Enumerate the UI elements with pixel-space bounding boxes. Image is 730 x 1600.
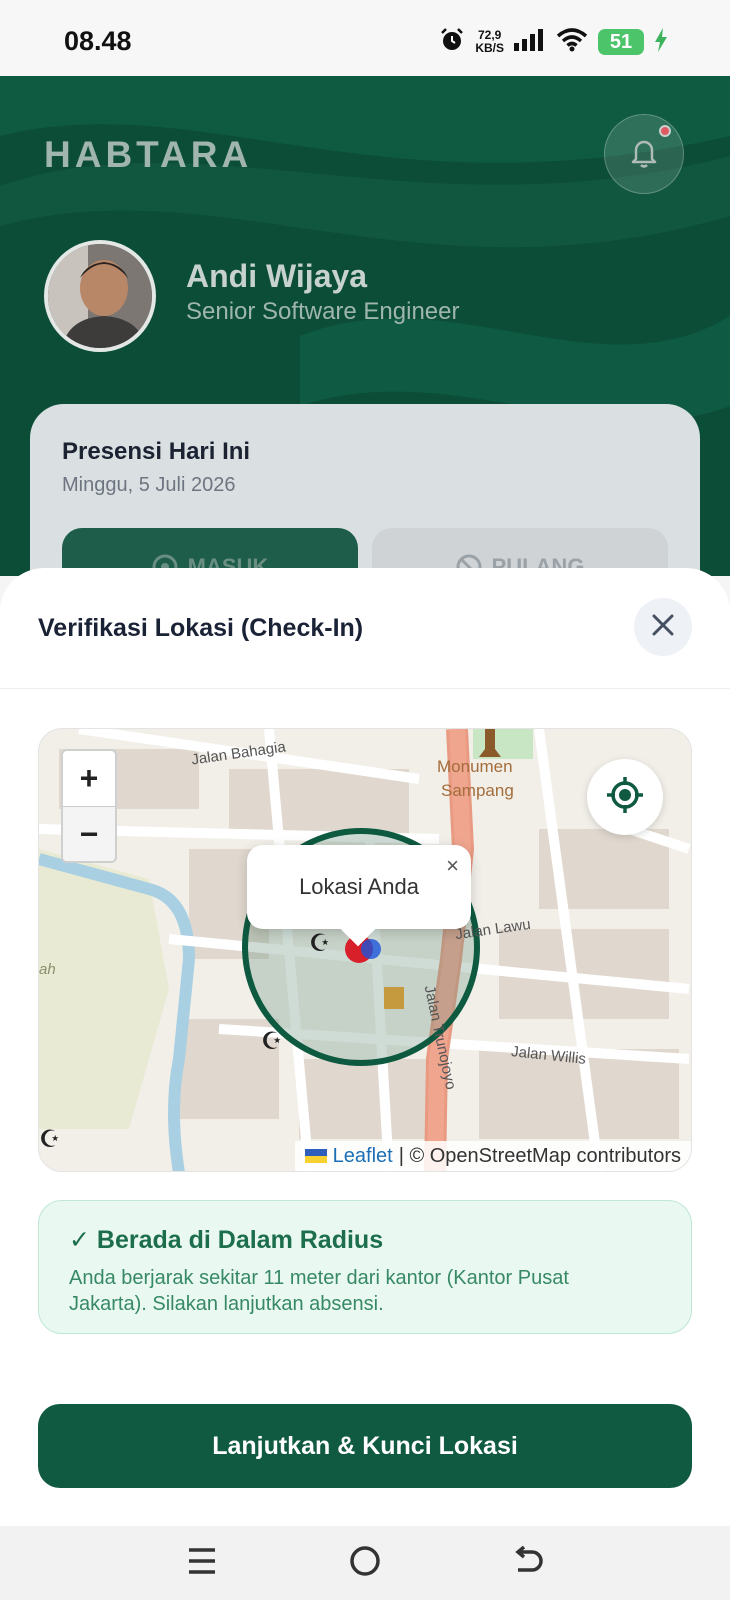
svg-text:☪: ☪ — [39, 1126, 61, 1153]
location-verification-sheet: Verifikasi Lokasi (Check-In) ☪ ☪ ☪ Jalan… — [0, 568, 730, 1528]
home-circle-icon — [348, 1544, 382, 1583]
back-button[interactable] — [498, 1538, 558, 1588]
user-role: Senior Software Engineer — [186, 298, 460, 325]
notification-button[interactable] — [604, 114, 684, 194]
charging-icon — [654, 27, 668, 57]
continue-lock-location-button[interactable]: Lanjutkan & Kunci Lokasi — [38, 1404, 692, 1488]
attendance-date: Minggu, 5 Juli 2026 — [62, 474, 236, 496]
crosshair-icon — [605, 775, 645, 820]
menu-icon — [187, 1547, 217, 1580]
svg-text:☪: ☪ — [261, 1028, 283, 1055]
locate-me-button[interactable] — [587, 759, 663, 835]
battery-indicator: 51 — [598, 29, 644, 55]
attendance-title: Presensi Hari Ini — [62, 438, 251, 465]
map-view[interactable]: ☪ ☪ ☪ Jalan Bahagia Monumen Sampang Jala… — [38, 728, 692, 1172]
bell-icon — [627, 135, 661, 174]
zoom-control: + − — [61, 749, 117, 863]
map-label-monument: Monumen — [437, 757, 513, 776]
radius-status-description: Anda berjarak sekitar 11 meter dari kant… — [69, 1267, 569, 1315]
network-speed: 72,9 KB/S — [475, 28, 504, 55]
close-icon — [651, 613, 675, 642]
divider — [0, 688, 730, 689]
popup-text: Lokasi Anda — [299, 874, 419, 899]
sheet-title: Verifikasi Lokasi (Check-In) — [38, 614, 364, 642]
back-icon — [512, 1545, 544, 1581]
close-button[interactable] — [634, 598, 692, 656]
leaflet-link[interactable]: Leaflet — [333, 1145, 393, 1168]
home-button[interactable] — [335, 1538, 395, 1588]
zoom-in-button[interactable]: + — [63, 751, 115, 806]
zoom-out-button[interactable]: − — [63, 806, 115, 861]
location-popup: Lokasi Anda × — [247, 845, 471, 947]
svg-text:☪: ☪ — [309, 930, 331, 957]
avatar — [44, 240, 156, 352]
brand-logo: HABTARA — [44, 134, 253, 175]
map-label-monument-2: Sampang — [441, 781, 514, 800]
ukraine-flag-icon — [304, 1149, 327, 1163]
user-name: Andi Wijaya — [186, 258, 368, 294]
status-icons: 72,9 KB/S 51 — [439, 27, 668, 57]
recent-apps-button[interactable] — [172, 1538, 232, 1588]
popup-close-button[interactable]: × — [446, 853, 459, 879]
status-time: 08.48 — [64, 26, 132, 56]
attribution-text: | © OpenStreetMap contributors — [398, 1144, 681, 1167]
wifi-icon — [556, 27, 588, 57]
signal-icon — [514, 28, 546, 56]
alarm-icon — [439, 27, 465, 58]
radius-status: ✓ Berada di Dalam Radius Anda berjarak s… — [38, 1200, 692, 1334]
notification-badge — [659, 125, 671, 137]
status-bar: 08.48 72,9 KB/S 51 — [0, 0, 730, 76]
map-label-area: ah — [39, 961, 56, 978]
system-nav-bar — [0, 1526, 730, 1600]
map-attribution: Leaflet | © OpenStreetMap contributors — [294, 1141, 691, 1171]
radius-status-title: ✓ Berada di Dalam Radius — [69, 1226, 384, 1254]
